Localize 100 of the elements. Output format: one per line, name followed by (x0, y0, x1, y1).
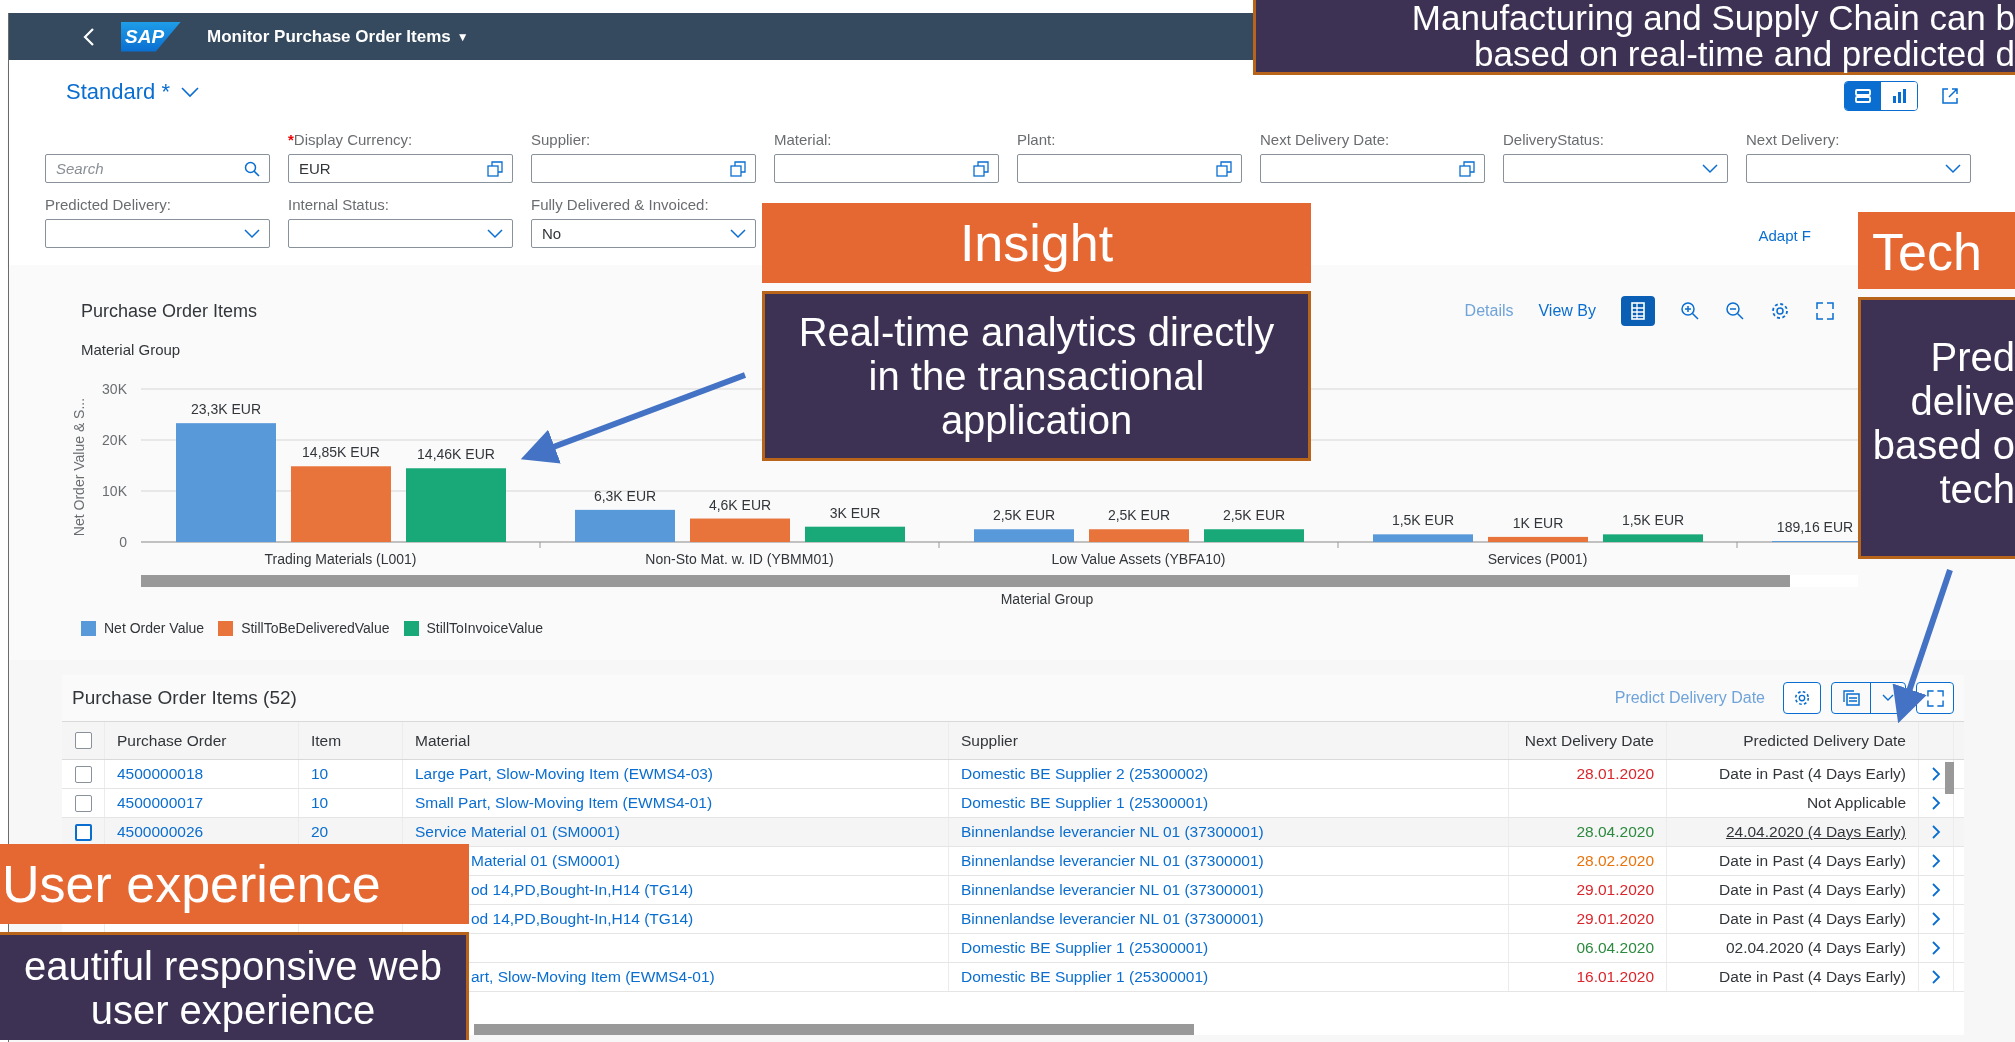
table-view-button[interactable] (1845, 82, 1881, 110)
chevron-right-icon[interactable] (1931, 795, 1941, 811)
chevron-down-icon[interactable] (1945, 163, 1961, 174)
input-field[interactable] (531, 154, 756, 183)
value-help-icon[interactable] (730, 160, 746, 177)
next-delivery-date: 29.01.2020 (1576, 881, 1654, 899)
next-delivery-date: 16.01.2020 (1576, 968, 1654, 986)
scrollbar-thumb[interactable] (1945, 762, 1954, 794)
predicted-delivery-date[interactable]: 24.04.2020 (4 Days Early) (1725, 823, 1906, 841)
predicted-delivery-date: Date in Past (4 Days Early) (1719, 852, 1906, 870)
material-link[interactable]: Large Part, Slow-Moving Item (EWMS4-03) (415, 765, 714, 783)
caret-icon[interactable]: ▼ (456, 29, 469, 44)
filter-label: DeliveryStatus: (1503, 130, 1604, 148)
purchase-order-link[interactable]: 4500000026 (117, 823, 204, 841)
app-title[interactable]: Monitor Purchase Order Items (207, 26, 451, 47)
share-icon[interactable] (1940, 86, 1960, 106)
sap-logo: SAP (121, 21, 181, 52)
chevron-down-icon[interactable] (1702, 163, 1718, 174)
item-link[interactable]: 10 (311, 794, 329, 812)
supplier-link[interactable]: Domestic BE Supplier 2 (25300002) (961, 765, 1209, 783)
supplier-link[interactable]: Domestic BE Supplier 1 (25300001) (961, 794, 1209, 812)
row-checkbox[interactable] (74, 794, 92, 812)
category-label: Low Value Assets (YBFA10) (1051, 551, 1226, 567)
scrollbar-thumb[interactable] (474, 1024, 1194, 1035)
input-field[interactable]: EUR (288, 154, 513, 183)
supplier-link[interactable]: Binnenlandse leverancier NL 01 (37300001) (961, 910, 1264, 928)
export-icon (1841, 689, 1861, 707)
supplier-link[interactable]: Binnenlandse leverancier NL 01 (37300001) (961, 881, 1264, 899)
dropdown-field[interactable] (1746, 154, 1971, 183)
next-delivery-date: 29.01.2020 (1576, 910, 1654, 928)
material-link[interactable]: Small Part, Slow-Moving Item (EWMS4-01) (415, 794, 713, 812)
item-link[interactable]: 20 (311, 823, 329, 841)
chevron-down-icon[interactable] (179, 86, 200, 98)
chevron-right-icon[interactable] (1931, 969, 1941, 985)
chevron-right-icon[interactable] (1931, 824, 1941, 840)
chevron-down-icon[interactable] (730, 228, 746, 239)
zoom-out-icon[interactable] (1725, 301, 1745, 321)
supplier-link[interactable]: Domestic BE Supplier 1 (25300001) (961, 939, 1209, 957)
variant-name[interactable]: Standard * (66, 79, 170, 105)
bar[interactable] (575, 509, 675, 542)
settings-button[interactable] (1783, 682, 1821, 714)
material-link[interactable]: od 14,PD,Bought-In,H14 (TG14) (471, 910, 694, 928)
y-tick-label: 10K (102, 483, 127, 499)
supplier-link[interactable]: Domestic BE Supplier 1 (25300001) (961, 968, 1209, 986)
value-label: 23,3K EUR (191, 401, 261, 418)
back-icon[interactable] (83, 26, 95, 47)
column-header: Purchase Order (117, 731, 227, 750)
adapt-filters-link[interactable]: Adapt F (1758, 227, 1811, 244)
fullscreen-button[interactable] (1916, 682, 1954, 714)
bar[interactable] (805, 526, 905, 542)
value-label: 1,5K EUR (1391, 512, 1455, 529)
predicted-delivery-date: Date in Past (4 Days Early) (1719, 765, 1906, 783)
supplier-link[interactable]: Binnenlandse leverancier NL 01 (37300001) (961, 823, 1264, 841)
category-label: Services (P001) (1487, 551, 1588, 567)
table-toggle-button[interactable] (1621, 296, 1655, 326)
search-field[interactable]: Search (45, 154, 270, 183)
value-help-icon[interactable] (1459, 160, 1475, 177)
chevron-down-icon[interactable] (244, 228, 260, 239)
supplier-link[interactable]: Binnenlandse leverancier NL 01 (37300001) (961, 852, 1264, 870)
chevron-down-icon[interactable] (487, 228, 503, 239)
item-link[interactable]: 10 (311, 765, 329, 783)
material-link[interactable]: art, Slow-Moving Item (EWMS4-01) (471, 968, 715, 986)
chevron-right-icon[interactable] (1931, 853, 1941, 869)
scrollbar-thumb[interactable] (141, 575, 1790, 587)
row-checkbox[interactable] (74, 823, 92, 841)
settings-icon[interactable] (1770, 301, 1790, 321)
fullscreen-icon[interactable] (1815, 301, 1835, 321)
dropdown-field[interactable] (1503, 154, 1728, 183)
export-menu-button[interactable] (1831, 682, 1906, 714)
chevron-right-icon[interactable] (1931, 911, 1941, 927)
chevron-right-icon[interactable] (1931, 940, 1941, 956)
select-all-checkbox[interactable] (74, 732, 92, 749)
view-by-link[interactable]: View By (1538, 302, 1596, 320)
chart-title: Purchase Order Items (81, 300, 258, 322)
dropdown-field[interactable] (288, 219, 513, 248)
purchase-order-link[interactable]: 4500000018 (117, 765, 204, 783)
input-field[interactable] (1260, 154, 1485, 183)
value-help-icon[interactable] (487, 160, 503, 177)
chart-subtitle: Material Group (81, 341, 181, 359)
callout-box: eautiful responsive web user experience (0, 932, 469, 1040)
input-field[interactable] (1017, 154, 1242, 183)
bar[interactable] (1488, 536, 1588, 542)
dropdown-field[interactable] (45, 219, 270, 248)
value-help-icon[interactable] (973, 160, 989, 177)
y-tick-label: 30K (102, 381, 127, 397)
material-link[interactable]: Material 01 (SM0001) (471, 852, 621, 870)
search-icon[interactable] (244, 160, 260, 177)
row-checkbox[interactable] (74, 765, 92, 783)
dropdown-field[interactable]: No (531, 219, 756, 248)
chevron-right-icon[interactable] (1931, 766, 1941, 782)
next-delivery-date: 28.02.2020 (1576, 852, 1654, 870)
purchase-order-link[interactable]: 4500000017 (117, 794, 204, 812)
zoom-in-icon[interactable] (1680, 301, 1700, 321)
next-delivery-date: 28.01.2020 (1576, 765, 1654, 783)
filter-label: Internal Status: (288, 195, 389, 213)
material-link[interactable]: od 14,PD,Bought-In,H14 (TG14) (471, 881, 694, 899)
input-field[interactable] (774, 154, 999, 183)
material-link[interactable]: Service Material 01 (SM0001) (415, 823, 621, 841)
chevron-right-icon[interactable] (1931, 882, 1941, 898)
value-help-icon[interactable] (1216, 160, 1232, 177)
